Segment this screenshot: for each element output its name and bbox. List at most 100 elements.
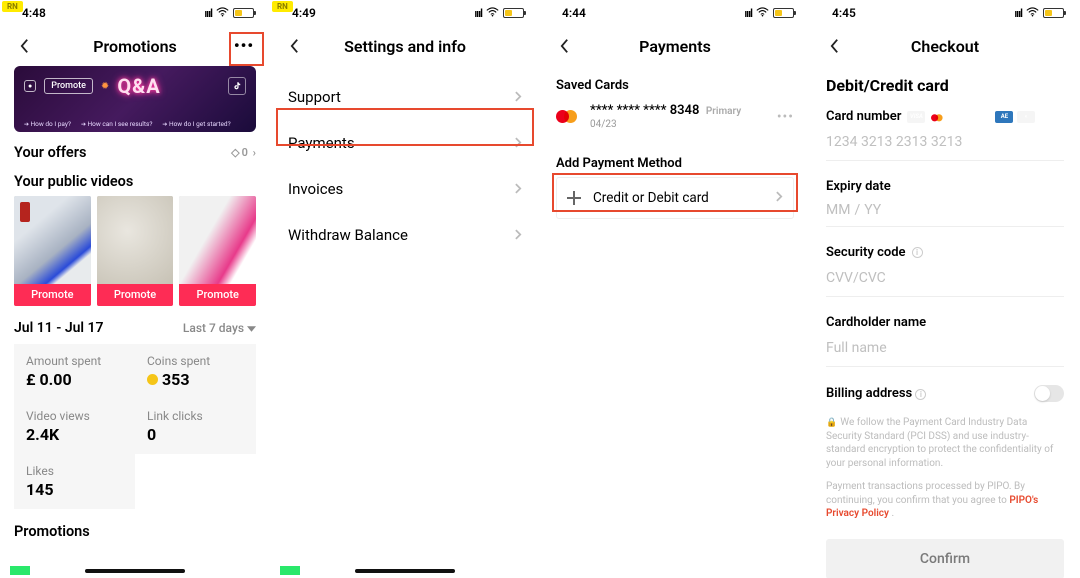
back-button[interactable] [554, 36, 574, 56]
promote-button[interactable]: Promote [14, 284, 91, 306]
status-bar: 4:48 ıııl [0, 0, 270, 26]
annotation-marker [10, 566, 30, 575]
cardholder-field[interactable]: Full name [826, 330, 1064, 367]
status-time: 4:44 [562, 6, 586, 20]
billing-toggle[interactable] [1034, 385, 1064, 402]
jcb-icon: JCB [973, 111, 991, 123]
stats-grid: Amount spent£ 0.00 Coins spent353 Video … [0, 344, 270, 509]
promote-chip: Promote [44, 78, 93, 94]
battery-icon [773, 8, 794, 18]
stat-coins-spent: Coins spent353 [135, 344, 256, 399]
screen-settings: RN 4:49 ıııl Settings and info Support P… [270, 0, 540, 578]
stat-amount-spent: Amount spent£ 0.00 [14, 344, 135, 399]
maestro-icon: ●● [951, 111, 969, 123]
mastercard-icon [929, 111, 947, 123]
promote-button[interactable]: Promote [97, 284, 174, 306]
banner-links: How do I pay?How can I see results?How d… [24, 120, 246, 128]
promote-chip-small: ● [24, 80, 36, 92]
more-icon: ••• [234, 38, 254, 54]
visa-icon: VISA [907, 111, 925, 123]
ticket-icon: ◇ [231, 146, 239, 159]
disclaimer-security: 🔒We follow the Payment Card Industry Dat… [826, 416, 1064, 470]
add-method-heading: Add Payment Method [540, 144, 810, 177]
stat-likes: Likes145 [14, 454, 135, 509]
chevron-right-icon [515, 226, 522, 244]
coin-icon [147, 374, 158, 385]
status-time: 4:45 [832, 6, 856, 20]
home-indicator[interactable] [355, 569, 455, 573]
wifi-icon [216, 6, 229, 20]
card-masked-number: **** **** **** 8348 [590, 103, 699, 118]
video-tile[interactable]: Promote [14, 196, 91, 306]
promote-button[interactable]: Promote [179, 284, 256, 306]
battery-icon [503, 8, 524, 18]
offers-count[interactable]: ◇0 › [231, 146, 256, 159]
row-payments[interactable]: Payments [270, 120, 540, 166]
page-title: Promotions [0, 37, 270, 56]
amex-icon: AE [995, 111, 1013, 123]
wifi-icon [756, 6, 769, 20]
back-button[interactable] [14, 36, 34, 56]
status-time: 4:49 [292, 6, 316, 20]
info-icon[interactable]: i [912, 247, 923, 258]
screen-checkout: 4:45 ıııl Checkout Debit/Credit card Car… [810, 0, 1080, 578]
form-title: Debit/Credit card [826, 66, 1064, 109]
nav-bar: Promotions ••• [0, 26, 270, 66]
add-card-row[interactable]: Credit or Debit card [556, 177, 794, 219]
row-support[interactable]: Support [270, 74, 540, 120]
chevron-right-icon [515, 88, 522, 106]
rn-badge: RN [272, 1, 293, 12]
status-bar: 4:49 ıııl [270, 0, 540, 26]
diners-icon: ◐ [1017, 111, 1035, 123]
card-brand-icons: VISA ●● JCB AE ◐ [907, 111, 1035, 123]
video-tile[interactable]: Promote [97, 196, 174, 306]
card-number-label: Card number VISA ●● JCB AE ◐ [826, 109, 1064, 124]
signal-icon: ıııl [1014, 7, 1022, 20]
video-tile[interactable]: Promote [179, 196, 256, 306]
wifi-icon [486, 6, 499, 20]
video-row: Promote Promote Promote [0, 196, 270, 306]
back-button[interactable] [824, 36, 844, 56]
card-more-button[interactable]: ••• [777, 109, 794, 125]
public-videos-heading: Your public videos [14, 173, 133, 190]
lock-icon: 🔒 [826, 418, 837, 428]
signal-icon: ıııl [204, 7, 212, 20]
chevron-down-icon [247, 321, 256, 335]
home-indicator[interactable] [85, 569, 185, 573]
wifi-icon [1026, 6, 1039, 20]
page-title: Settings and info [270, 37, 540, 56]
page-title: Checkout [810, 37, 1080, 56]
confirm-button[interactable]: Confirm [826, 539, 1064, 578]
primary-badge: Primary [706, 106, 741, 117]
status-bar: 4:45 ıııl [810, 0, 1080, 26]
date-range: Jul 11 - Jul 17 [14, 320, 104, 336]
row-invoices[interactable]: Invoices [270, 166, 540, 212]
range-select[interactable]: Last 7 days [183, 321, 256, 335]
battery-icon [1043, 8, 1064, 18]
signal-icon: ıııl [474, 7, 482, 20]
back-button[interactable] [284, 36, 304, 56]
annotation-marker [280, 566, 300, 575]
screen-payments: 4:44 ıııl Payments Saved Cards **** ****… [540, 0, 810, 578]
chevron-right-icon [776, 190, 783, 206]
status-time: 4:48 [22, 6, 46, 20]
status-bar: 4:44 ıııl [540, 0, 810, 26]
promo-banner[interactable]: ● Promote ✹ Q&A How do I pay?How can I s… [14, 66, 256, 132]
screen-promotions: RN 4:48 ıııl Promotions ••• ● Promote ✹ … [0, 0, 270, 578]
disclaimer-pipo: Payment transactions processed by PIPO. … [826, 480, 1064, 521]
expiry-field[interactable]: MM/YY [826, 194, 1064, 227]
info-icon[interactable]: i [915, 389, 926, 400]
row-withdraw[interactable]: Withdraw Balance [270, 212, 540, 258]
page-title: Payments [540, 37, 810, 56]
mastercard-icon [556, 109, 580, 125]
security-field[interactable]: CVV/CVC [826, 260, 1064, 297]
cardholder-label: Cardholder name [826, 315, 1064, 330]
more-button[interactable]: ••• [232, 34, 256, 58]
burst-icon: ✹ [101, 81, 109, 92]
stat-video-views: Video views2.4K [14, 399, 135, 454]
card-expiry: 04/23 [590, 119, 741, 130]
saved-card-row[interactable]: **** **** **** 8348 Primary 04/23 ••• [540, 99, 810, 130]
card-number-field[interactable]: 1234 3213 2313 3213 [826, 124, 1064, 161]
battery-icon [233, 8, 254, 18]
security-label: Security codei [826, 245, 1064, 260]
